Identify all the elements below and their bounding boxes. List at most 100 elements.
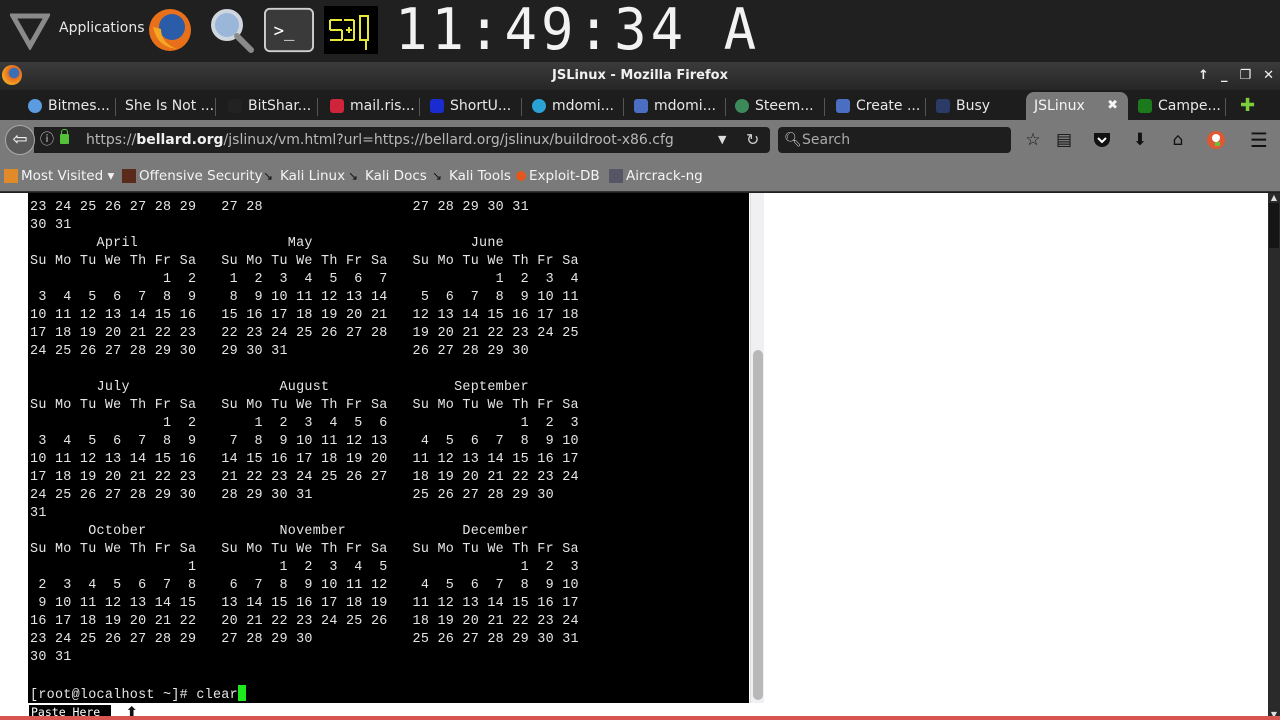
aircrack-icon — [609, 169, 623, 183]
tab-jslinux[interactable]: JSLinux ✖ — [1026, 92, 1128, 120]
url-dropdown-icon[interactable]: ▼ — [718, 127, 726, 153]
c-icon — [532, 99, 546, 113]
search-icon[interactable] — [206, 6, 256, 54]
back-button[interactable]: ⇦ — [5, 125, 35, 155]
bookmark-most-visited[interactable]: Most Visited ▾ — [4, 168, 114, 184]
maximize-button[interactable]: ❐ — [1239, 62, 1251, 90]
url-bar[interactable]: ⓘ https://bellard.org/jslinux/vm.html?ur… — [34, 127, 770, 153]
offsec-icon — [122, 169, 136, 183]
bookmark-label: Most Visited ▾ — [21, 168, 115, 184]
minimize-button[interactable]: _ — [1221, 62, 1228, 90]
shell-command: clear — [196, 688, 238, 703]
tab-shorturl[interactable]: ShortU... — [422, 92, 522, 120]
tab-she-is-not[interactable]: She Is Not ... — [117, 92, 216, 120]
scroll-up-icon[interactable]: ▲ — [1269, 193, 1279, 203]
terminal-scrollbar-thumb[interactable] — [753, 350, 763, 700]
page-scrollbar-thumb[interactable] — [1269, 203, 1279, 248]
bookmark-label: Offensive Security — [139, 168, 263, 184]
tab-label: BitShar... — [248, 98, 312, 114]
close-tab-icon[interactable]: ✖ — [1107, 92, 1118, 120]
reading-list-icon[interactable]: ▤ — [1052, 128, 1076, 152]
tab-steem[interactable]: Steem... — [727, 92, 825, 120]
tab-label: Busy — [956, 98, 991, 114]
page-scrollbar[interactable]: ▲ ▼ — [1268, 193, 1280, 720]
calculator-icon[interactable] — [324, 6, 378, 54]
search-placeholder: Search — [802, 132, 851, 148]
lock-icon — [60, 129, 69, 144]
applications-menu[interactable]: Applications — [59, 20, 145, 36]
bookmark-star-icon[interactable]: ☆ — [1021, 128, 1045, 152]
bitshares-icon — [228, 99, 242, 113]
bookmark-label: Kali Docs — [365, 168, 427, 184]
info-icon[interactable]: ⓘ — [40, 127, 54, 153]
window-title: JSLinux - Mozilla Firefox — [552, 68, 728, 83]
shell-prompt: [root@localhost ~]# — [30, 688, 197, 703]
terminal-icon[interactable]: >_ — [264, 6, 314, 54]
bookmark-kali-docs[interactable]: ↘ Kali Docs — [348, 168, 427, 184]
hamburger-menu-icon[interactable]: ☰ — [1247, 128, 1271, 152]
terminal-scrollbar[interactable] — [750, 193, 764, 703]
window-titlebar: JSLinux - Mozilla Firefox ↑ _ ❐ ✕ — [0, 62, 1280, 90]
bookmark-offensive-security[interactable]: Offensive Security — [122, 168, 263, 184]
tab-mail-riseup[interactable]: mail.ris... — [322, 92, 420, 120]
search-icon: 🔍︎ — [784, 132, 802, 148]
downloads-icon[interactable]: ⬇ — [1128, 128, 1152, 152]
svg-text:>_: >_ — [274, 22, 295, 42]
tab-mdomi-1[interactable]: mdomi... — [524, 92, 624, 120]
navigation-bar: ⓘ https://bellard.org/jslinux/vm.html?ur… — [0, 120, 1280, 160]
tab-label: Bitmes... — [48, 98, 110, 114]
page-content: 16 17 18 19 20 21 22 20 21 22 23 24 25 2… — [0, 193, 1280, 720]
terminal-cursor — [237, 685, 246, 701]
campfire-icon — [1138, 99, 1152, 113]
tab-label: Create ... — [856, 98, 921, 114]
kali-icon: ↘ — [348, 169, 359, 183]
kali-icon: ↘ — [432, 169, 443, 183]
tab-bar: Bitmes... She Is Not ... BitShar... mail… — [0, 90, 1280, 120]
tab-label: Campe... — [1158, 98, 1221, 114]
url-prefix: https:// — [86, 132, 137, 148]
terminal-screen[interactable]: 16 17 18 19 20 21 22 20 21 22 23 24 25 2… — [28, 193, 749, 703]
plus-icon: ✚ — [1240, 95, 1256, 116]
bookmarks-toolbar: Most Visited ▾ Offensive Security ↘ Kali … — [0, 160, 1280, 192]
bookmark-label: Exploit-DB — [529, 168, 600, 184]
steemit-icon — [836, 99, 850, 113]
url-domain: bellard.org — [136, 132, 224, 148]
duckduckgo-icon[interactable] — [1204, 128, 1228, 152]
riseup-icon — [330, 99, 344, 113]
bookmark-kali-tools[interactable]: ↘ Kali Tools — [432, 168, 511, 184]
url-path: /jslinux/vm.html?url=https://bellard.org… — [223, 132, 674, 148]
search-input[interactable]: 🔍︎ Search — [778, 127, 1011, 153]
tab-label: ShortU... — [450, 98, 512, 114]
keep-above-button[interactable]: ↑ — [1198, 62, 1209, 90]
bookmark-aircrack-ng[interactable]: Aircrack-ng — [609, 168, 703, 184]
desktop-panel: Applications >_ 11:49:34 A — [0, 0, 1280, 60]
tab-campfire[interactable]: Campe... — [1130, 92, 1226, 120]
tab-busy[interactable]: Busy — [928, 92, 1018, 120]
tab-label: Steem... — [755, 98, 814, 114]
tab-bitmessage[interactable]: Bitmes... — [20, 92, 116, 120]
tab-mdomi-2[interactable]: mdomi... — [626, 92, 726, 120]
url-text[interactable]: https://bellard.org/jslinux/vm.html?url=… — [86, 127, 674, 153]
bookmark-exploit-db[interactable]: Exploit-DB — [516, 168, 600, 184]
home-icon[interactable]: ⌂ — [1166, 128, 1190, 152]
tab-create[interactable]: Create ... — [828, 92, 926, 120]
tab-bitshares[interactable]: BitShar... — [220, 92, 318, 120]
bookmark-label: Aircrack-ng — [626, 168, 703, 184]
close-window-button[interactable]: ✕ — [1263, 62, 1274, 90]
shorturl-icon — [430, 99, 444, 113]
firefox-icon[interactable] — [145, 6, 195, 54]
bookmark-label: Kali Tools — [449, 168, 511, 184]
bookmark-kali-linux[interactable]: ↘ Kali Linux — [263, 168, 345, 184]
bottom-accent-line — [0, 716, 1280, 720]
digital-clock: 11:49:34 A — [395, 0, 761, 63]
pocket-icon[interactable] — [1090, 128, 1114, 152]
folder-icon — [4, 169, 18, 183]
kali-icon: ↘ — [263, 169, 274, 183]
kali-menu-icon[interactable] — [10, 10, 50, 50]
tab-label: mdomi... — [552, 98, 614, 114]
tab-label: mail.ris... — [350, 98, 415, 114]
reload-icon[interactable]: ↻ — [746, 127, 759, 153]
new-tab-button[interactable]: ✚ — [1232, 92, 1262, 120]
steemit-icon — [634, 99, 648, 113]
steem-icon — [735, 99, 749, 113]
